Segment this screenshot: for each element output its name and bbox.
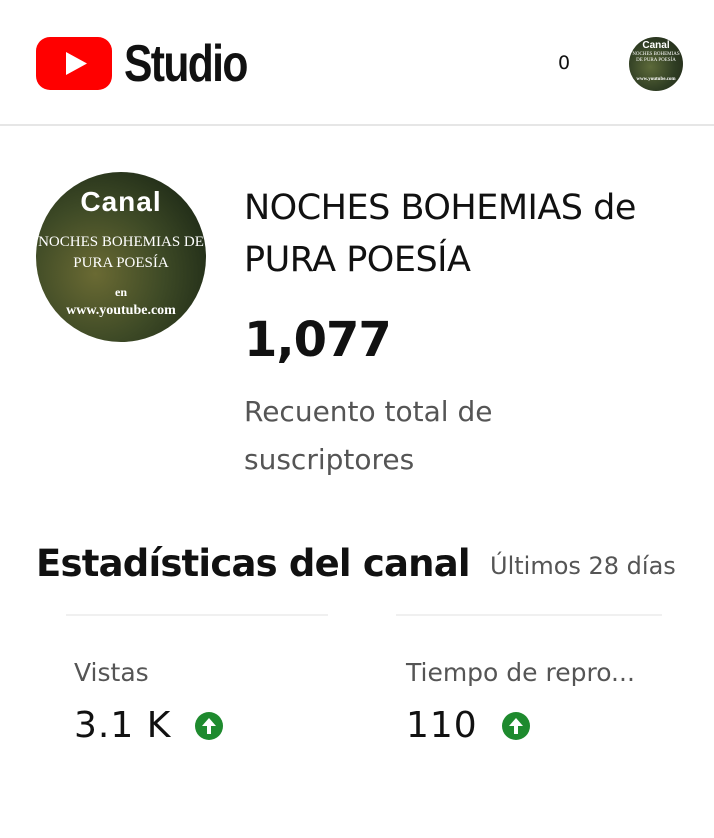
- channel-avatar-text-2b: PURA POESÍA: [73, 255, 169, 271]
- channel-avatar-text-2: NOCHES BOHEMIAS DE PURA POESÍA: [36, 232, 206, 274]
- metric-card-views[interactable]: Vistas 3.1 K: [74, 658, 224, 746]
- youtube-play-icon: [36, 37, 112, 90]
- subscriber-count: 1,077: [244, 312, 392, 368]
- account-avatar-text-3: www.youtube.com: [636, 77, 676, 82]
- arrow-up-icon: [501, 711, 530, 740]
- metric-label: Tiempo de repro...: [406, 658, 635, 687]
- channel-avatar-text-1: Canal: [80, 186, 162, 217]
- app-header: Studio 0 Canal NOCHES BOHEMIAS DE PURA P…: [0, 0, 714, 126]
- account-avatar-text-2: NOCHES BOHEMIAS DE PURA POESÍA: [632, 52, 680, 63]
- studio-logo[interactable]: Studio: [36, 37, 274, 90]
- card-divider-right: [396, 614, 662, 616]
- account-avatar[interactable]: Canal NOCHES BOHEMIAS DE PURA POESÍA www…: [629, 37, 683, 91]
- metric-card-watch-time[interactable]: Tiempo de repro... 110: [406, 658, 635, 746]
- arrow-up-icon: [195, 711, 224, 740]
- metric-value: 110: [406, 705, 478, 746]
- channel-name: NOCHES BOHEMIAS de PURA POESÍA: [244, 188, 636, 280]
- channel-avatar-text-4: www.youtube.com: [66, 303, 176, 318]
- channel-avatar-text-2a: NOCHES BOHEMIAS DE: [38, 234, 204, 250]
- metric-value: 3.1 K: [74, 705, 172, 746]
- account-avatar-text-1: Canal: [642, 40, 670, 51]
- channel-avatar: Canal NOCHES BOHEMIAS DE PURA POESÍA en …: [36, 172, 206, 342]
- stats-title: Estadísticas del canal: [36, 542, 471, 585]
- notification-count[interactable]: 0: [558, 52, 570, 74]
- metric-label: Vistas: [74, 658, 149, 687]
- stats-period[interactable]: Últimos 28 días: [490, 552, 676, 580]
- subscriber-label: Recuento total de suscriptores: [244, 395, 493, 476]
- channel-avatar-text-3: en: [115, 285, 127, 299]
- card-divider-left: [66, 614, 328, 616]
- brand-label: Studio: [124, 34, 248, 93]
